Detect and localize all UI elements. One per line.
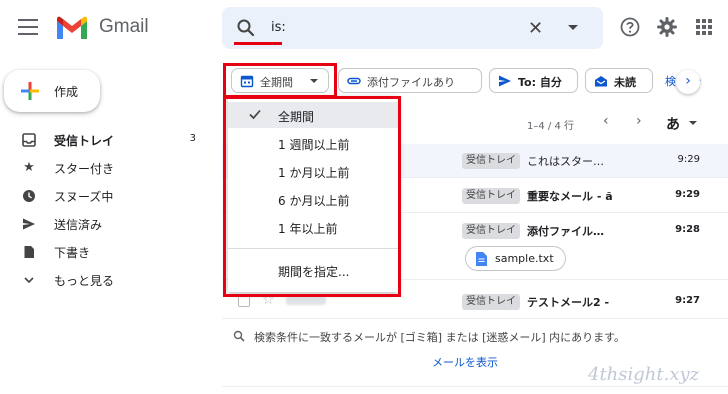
attachment-chip[interactable]: sample.txt [465, 246, 566, 271]
sidebar-item-starred[interactable]: ★ スター付き [0, 155, 210, 181]
highlight-box-chip [223, 63, 337, 98]
timestamp: 9:29 [677, 154, 700, 165]
send-icon [499, 75, 511, 87]
watermark: 4thsight.xyz [588, 364, 700, 385]
chip-unread[interactable]: 未読 [585, 68, 653, 93]
show-messages-link[interactable]: メールを表示 [432, 354, 498, 370]
sidebar-item-snoozed[interactable]: スヌーズ中 [0, 183, 210, 209]
label-tag[interactable]: 受信トレイ [462, 294, 520, 310]
chip-label: To: 自分 [518, 76, 562, 89]
chip-label: 未読 [614, 76, 636, 89]
sidebar-item-label: 受信トレイ [54, 134, 115, 148]
inbox-icon [22, 133, 36, 147]
attachment-name: sample.txt [495, 252, 554, 265]
apps-icon[interactable] [693, 16, 715, 38]
timestamp: 9:29 [675, 189, 700, 200]
sidebar-item-more[interactable]: もっと見る [0, 267, 210, 293]
divider [222, 386, 728, 387]
pagination-text: 1–4 / 4 行 [527, 121, 574, 132]
chevron-left-icon[interactable]: ‹ [603, 113, 609, 129]
compose-label: 作成 [54, 85, 79, 99]
help-icon[interactable] [619, 16, 641, 38]
search-bar[interactable]: is: ✕ [222, 7, 603, 49]
plus-icon [21, 82, 39, 100]
subject: テストメール2 - [527, 296, 610, 309]
attachment-icon [347, 77, 361, 85]
label-tag[interactable]: 受信トレイ [462, 153, 520, 169]
chip-has-attachment[interactable]: 添付ファイルあり [338, 68, 482, 93]
label-tag[interactable]: 受信トレイ [462, 188, 520, 204]
clear-search-icon[interactable]: ✕ [528, 18, 543, 39]
subject: 重要なメール - ã [527, 190, 613, 203]
timestamp: 9:28 [675, 224, 700, 235]
chevron-right-icon[interactable]: › [676, 70, 700, 94]
sidebar-item-label: 下書き [54, 246, 91, 260]
send-icon [23, 218, 35, 230]
sidebar-item-drafts[interactable]: 下書き [0, 239, 210, 265]
sender-redacted [286, 296, 326, 305]
star-icon: ★ [23, 160, 35, 175]
sidebar-item-label: スヌーズ中 [54, 190, 114, 204]
chevron-down-icon[interactable] [689, 121, 697, 125]
timestamp: 9:27 [675, 295, 700, 306]
sidebar-item-label: 送信済み [54, 218, 103, 232]
subject: これはスター… [527, 155, 604, 168]
trash-spam-notice: 検索条件に一致するメールが [ゴミ箱] または [迷惑メール] 内にあります。 [254, 331, 626, 344]
chip-to-me[interactable]: To: 自分 [489, 68, 578, 93]
main-menu-icon[interactable] [18, 19, 38, 35]
search-icon [233, 330, 245, 342]
sidebar-item-inbox[interactable]: 受信トレイ 3 [0, 127, 210, 153]
file-icon [476, 252, 487, 266]
input-tools-button[interactable]: あ [666, 114, 680, 134]
subject: 添付ファイル… [527, 225, 604, 238]
chip-label: 添付ファイルあり [367, 76, 455, 89]
highlight-box-menu [223, 96, 401, 297]
app-name: Gmail [99, 16, 149, 37]
search-options-icon[interactable] [568, 25, 578, 30]
search-input[interactable]: is: [271, 20, 286, 35]
inbox-count: 3 [189, 133, 196, 144]
search-highlight-underline [234, 42, 282, 45]
label-tag[interactable]: 受信トレイ [462, 223, 520, 239]
sidebar-item-sent[interactable]: 送信済み [0, 211, 210, 237]
settings-icon[interactable] [656, 16, 678, 38]
compose-button[interactable]: 作成 [4, 70, 100, 112]
draft-icon [24, 246, 34, 258]
sidebar-item-label: スター付き [54, 162, 115, 176]
chevron-right-icon[interactable]: › [636, 113, 642, 129]
sidebar-item-label: もっと見る [54, 274, 115, 288]
clock-icon [23, 190, 35, 202]
unread-icon [595, 76, 607, 87]
gmail-logo[interactable] [55, 15, 89, 41]
search-icon[interactable] [236, 18, 256, 38]
chevron-down-icon [24, 277, 34, 284]
